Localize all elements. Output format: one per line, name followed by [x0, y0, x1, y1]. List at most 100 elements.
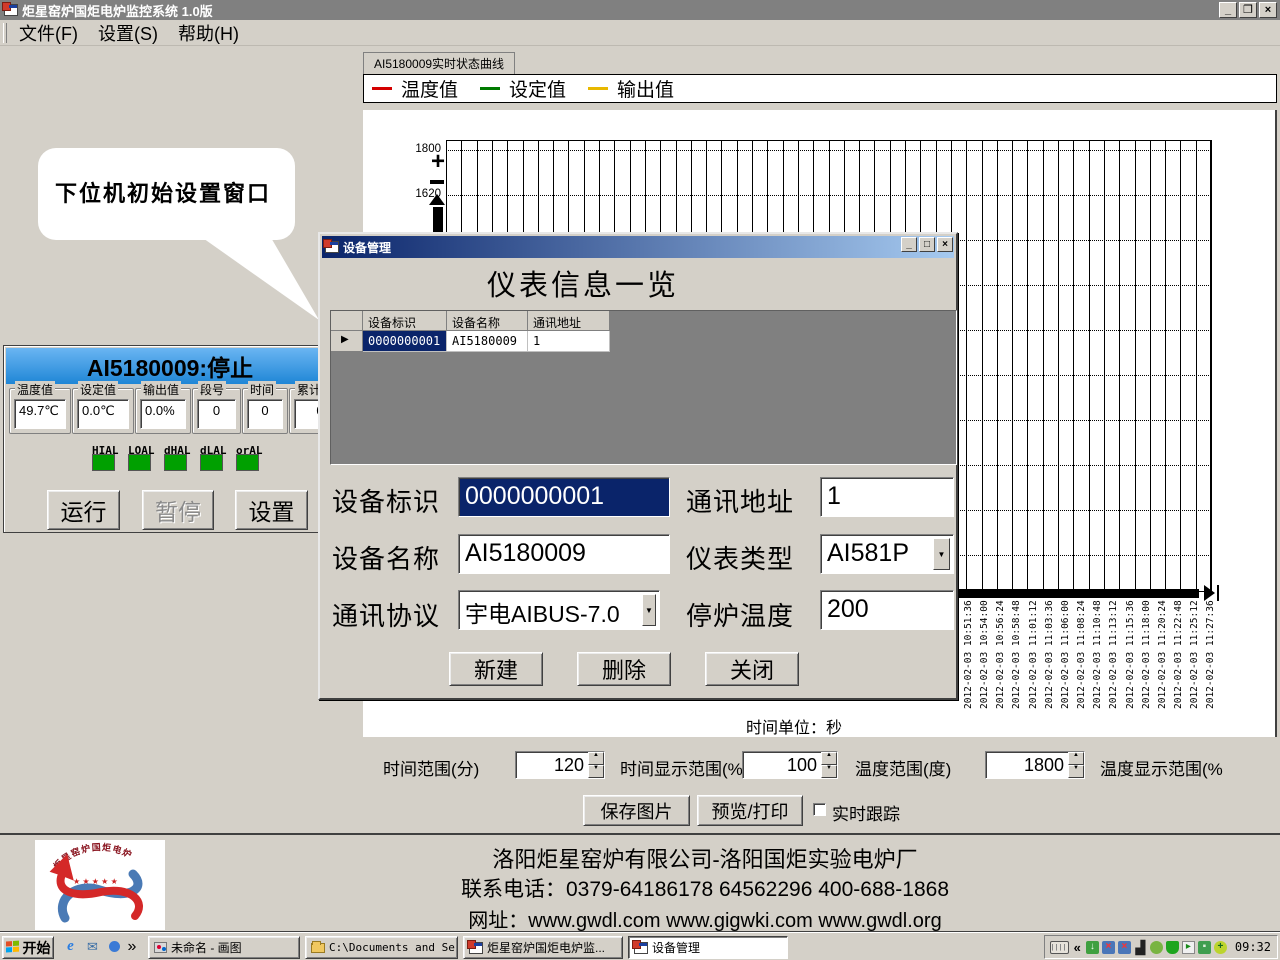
- delete-button[interactable]: 删除: [577, 652, 671, 686]
- grid-cell[interactable]: 0000000001: [363, 331, 447, 352]
- task-label: C:\Documents and Se...: [329, 941, 458, 954]
- alarm-indicator: [164, 454, 187, 471]
- protocol-combo[interactable]: 宇电AIBUS-7.0 ▼: [458, 590, 660, 630]
- spin-up-icon[interactable]: ▲: [588, 752, 604, 765]
- sync-icon[interactable]: ▸: [1182, 941, 1195, 954]
- spin-up-icon[interactable]: ▲: [1068, 752, 1084, 765]
- globe-icon[interactable]: [1150, 941, 1163, 954]
- quick-launch-overflow-icon[interactable]: »: [126, 938, 138, 955]
- restore-button[interactable]: ❐: [1239, 2, 1257, 18]
- time-range-value[interactable]: 120: [516, 752, 588, 778]
- x-axis-tick-label: 2012-02-03 10:51:36: [963, 600, 974, 709]
- footer: 炬星窑炉国炬电炉 ★ ★ ★ ★ ★ 洛阳炬星窑炉有限公司-洛阳国炬实验电炉厂 …: [0, 833, 1280, 932]
- chevron-down-icon[interactable]: ▼: [642, 594, 656, 626]
- hide-tray-icons-arrow[interactable]: «: [1072, 940, 1083, 955]
- preview-print-button[interactable]: 预览/打印: [697, 795, 803, 826]
- grid-cell[interactable]: AI5180009: [447, 331, 528, 352]
- menu-item-2[interactable]: 帮助(H): [172, 20, 253, 46]
- alarm-indicator: [92, 454, 115, 471]
- dialog-close-button[interactable]: ×: [937, 237, 953, 252]
- menu-item-1[interactable]: 设置(S): [92, 20, 172, 46]
- scroll-right-arrow-icon[interactable]: [1204, 585, 1215, 601]
- grid-line-vertical: [1196, 140, 1197, 592]
- field-label: 时间: [248, 381, 276, 398]
- ie-icon[interactable]: e: [62, 938, 79, 955]
- signal-bars-icon[interactable]: ▟: [1134, 941, 1147, 954]
- grid-row-selector[interactable]: ▶: [331, 331, 363, 352]
- new-button[interactable]: 新建: [449, 652, 543, 686]
- meter-type-label: 仪表类型: [686, 539, 794, 576]
- time-display-range-spinner[interactable]: 100 ▲▼: [742, 751, 838, 779]
- dialog-heading: 仪表信息一览: [320, 262, 846, 304]
- taskbar-task-1[interactable]: C:\Documents and Se...: [305, 936, 458, 959]
- spin-down-icon[interactable]: ▼: [588, 765, 604, 778]
- download-icon[interactable]: ↓: [1086, 941, 1099, 954]
- close-dialog-button[interactable]: 关闭: [705, 652, 799, 686]
- x-axis-tick-label: 2012-02-03 11:15:36: [1125, 600, 1136, 709]
- run-button[interactable]: 运行: [47, 490, 120, 530]
- dialog-maximize-button[interactable]: □: [919, 237, 935, 252]
- time-range-spinner[interactable]: 120 ▲▼: [515, 751, 605, 779]
- time-display-range-value[interactable]: 100: [743, 752, 821, 778]
- taskbar: 开始 e ✉ » « ↓××▟▸▪+ 09:32 未命名 - 画图C:\Docu…: [0, 932, 1280, 960]
- realtime-track-checkbox[interactable]: [813, 803, 826, 816]
- backup-icon[interactable]: ▪: [1198, 941, 1211, 954]
- field-group-4: 时间0: [242, 388, 288, 434]
- temp-range-value[interactable]: 1800: [986, 752, 1068, 778]
- spin-down-icon[interactable]: ▼: [821, 765, 837, 778]
- tab-realtime-curve[interactable]: AI5180009实时状态曲线: [363, 52, 515, 74]
- grid-corner-cell: [331, 311, 363, 331]
- minimize-button[interactable]: _: [1219, 2, 1237, 18]
- close-button[interactable]: ×: [1259, 2, 1277, 18]
- menu-drag-handle[interactable]: [3, 23, 7, 43]
- realtime-track-label: 实时跟踪: [832, 800, 900, 825]
- field-value: 0.0%: [140, 399, 186, 429]
- chevron-down-icon[interactable]: ▼: [933, 538, 950, 570]
- grid-line-vertical: [1180, 140, 1181, 592]
- alarm-indicator: [128, 454, 151, 471]
- stop-temp-input[interactable]: 200: [820, 590, 954, 630]
- footer-phone-line: 联系电话：0379-64186178 64562296 400-688-1868: [170, 873, 1240, 903]
- setup-button[interactable]: 设置: [235, 490, 308, 530]
- save-image-button[interactable]: 保存图片: [583, 795, 690, 826]
- keyboard-icon[interactable]: [1050, 941, 1069, 954]
- spin-up-icon[interactable]: ▲: [821, 752, 837, 765]
- x-axis-tick-label: 2012-02-03 11:10:48: [1092, 600, 1103, 709]
- dialog-titlebar[interactable]: 设备管理: [322, 236, 954, 258]
- device-grid[interactable]: 设备标识设备名称通讯地址▶0000000001AI51800091: [330, 310, 957, 465]
- device-status-panel: AI5180009:停止 运行 暂停 设置 温度值49.7℃设定值0.0℃输出值…: [3, 345, 337, 533]
- main-window-titlebar[interactable]: 炬星窑炉国炬电炉监控系统 1.0版 _ ❐ ×: [0, 0, 1280, 20]
- taskbar-task-0[interactable]: 未命名 - 画图: [148, 936, 300, 959]
- menu-item-0[interactable]: 文件(F): [13, 20, 92, 46]
- outlook-icon[interactable]: ✉: [84, 938, 101, 955]
- zoom-out-icon[interactable]: [430, 180, 444, 184]
- alarm-indicator: [200, 454, 223, 471]
- plus-icon[interactable]: +: [1214, 941, 1227, 954]
- annotation-bubble-tail: [195, 236, 327, 322]
- legend-label: 温度值: [401, 75, 458, 102]
- start-button[interactable]: 开始: [2, 936, 54, 959]
- x-axis-tick-label: 2012-02-03 11:18:00: [1141, 600, 1152, 709]
- x-axis-tick-label: 2012-02-03 11:08:24: [1076, 600, 1087, 709]
- taskbar-task-3[interactable]: 设备管理: [628, 936, 788, 959]
- meter-type-combo[interactable]: AI581P ▼: [820, 534, 954, 574]
- taskbar-task-2[interactable]: 炬星窑炉国炬电炉监...: [463, 936, 623, 959]
- dialog-minimize-button[interactable]: _: [901, 237, 917, 252]
- network-offline2-icon[interactable]: ×: [1118, 941, 1131, 954]
- task-label: 设备管理: [652, 939, 700, 956]
- chart-legend: 温度值设定值输出值: [363, 74, 1277, 103]
- grid-line-vertical: [1104, 140, 1105, 592]
- grid-cell[interactable]: 1: [528, 331, 610, 352]
- shield-icon[interactable]: [1166, 941, 1179, 954]
- x-axis-tick-label: 2012-02-03 11:06:00: [1060, 600, 1071, 709]
- device-name-input[interactable]: AI5180009: [458, 534, 670, 574]
- start-label: 开始: [23, 938, 51, 958]
- network-offline-icon[interactable]: ×: [1102, 941, 1115, 954]
- comm-address-input[interactable]: 1: [820, 477, 954, 517]
- messenger-icon[interactable]: [106, 938, 123, 955]
- alarm-indicator: [236, 454, 259, 471]
- pause-button[interactable]: 暂停: [142, 490, 214, 530]
- spin-down-icon[interactable]: ▼: [1068, 765, 1084, 778]
- device-id-input[interactable]: 0000000001: [458, 477, 670, 517]
- temp-range-spinner[interactable]: 1800 ▲▼: [985, 751, 1085, 779]
